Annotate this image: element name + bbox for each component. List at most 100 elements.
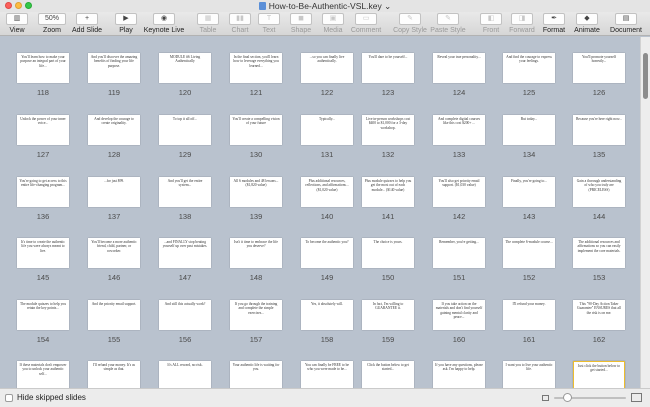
document-label: Document: [610, 27, 642, 34]
slide-thumbnail[interactable]: The complete 6-module course...: [503, 238, 555, 268]
slide-thumbnail[interactable]: ...for just $99.: [88, 177, 140, 207]
slide-thumbnail[interactable]: And you'll get the entire system...: [159, 177, 211, 207]
slide-thumbnail[interactable]: ...and FINALLY stop beating yourself up …: [159, 238, 211, 268]
slide-thumbnail[interactable]: You'll learn how to make your purpose an…: [17, 53, 69, 83]
slide-number: 124: [452, 88, 466, 97]
slide-thumbnail-text: Reveal your true personality...: [437, 55, 481, 59]
slide-thumbnail[interactable]: The module quizzes to help you retain th…: [17, 300, 69, 330]
slide-thumbnail[interactable]: You'll dare to be yourself...: [362, 53, 414, 83]
slide-thumbnail[interactable]: If these materials don't empower you to …: [17, 361, 69, 391]
slide-number: 129: [178, 150, 192, 159]
slide-thumbnail[interactable]: The choice is yours.: [362, 238, 414, 268]
slide-thumbnail[interactable]: Finally, you're going to...: [503, 177, 555, 207]
thumbnail-size-slider-knob[interactable]: [563, 393, 572, 402]
slide-thumbnail[interactable]: You'll also get priority email support. …: [433, 177, 485, 207]
document-title[interactable]: How-to-Be-Authentic-VSL.key ⌄: [0, 1, 650, 12]
text-button[interactable]: T Text: [257, 13, 281, 35]
slide-thumbnail[interactable]: MODULE #6 Living Authentically: [159, 53, 211, 83]
slide-number: 153: [592, 273, 606, 282]
slide-thumbnail[interactable]: This "90-Day Action Taker Guarantee" ENS…: [573, 300, 625, 330]
slide-thumbnail-text: You can finally be FREE to be who you we…: [305, 363, 349, 372]
slide-thumbnail[interactable]: And find the courage to express your fee…: [503, 53, 555, 83]
slide-thumbnail[interactable]: It's ALL reward, no risk.: [159, 361, 211, 391]
zoom-dropdown[interactable]: 50% Zoom: [37, 13, 67, 35]
slide-thumbnail[interactable]: Live in-person workshops cost $400 to $1…: [362, 115, 414, 145]
slide-thumbnail[interactable]: All 6 modules and 48 lessons... ($1,820 …: [230, 177, 282, 207]
slide-thumbnail-text: You'll learn how to make your purpose an…: [20, 55, 66, 68]
slide-thumbnail[interactable]: And complete digital courses like this c…: [433, 115, 485, 145]
slide-thumbnail[interactable]: And still this actually work?: [159, 300, 211, 330]
slide-thumbnail[interactable]: Gain a thorough understanding of who you…: [573, 177, 625, 207]
play-button[interactable]: ▶ Play: [114, 13, 138, 35]
slide-thumbnail[interactable]: And develop the courage to create origin…: [88, 115, 140, 145]
slide-thumbnail[interactable]: But today...: [503, 115, 555, 145]
keynote-live-button[interactable]: ◉ Keynote Live: [142, 13, 186, 35]
slide-thumbnail[interactable]: Just click the button below to get start…: [573, 361, 625, 391]
slide-thumbnail[interactable]: Because you're here right now...: [573, 115, 625, 145]
slide-thumbnail[interactable]: ...so you can finally live authentically…: [301, 53, 353, 83]
slide-number: 146: [107, 273, 121, 282]
slide-thumbnail[interactable]: I'll refund your money.: [503, 300, 555, 330]
slide-thumbnail[interactable]: I'll refund your money. It's as simple a…: [88, 361, 140, 391]
table-button[interactable]: ▦ Table: [196, 13, 220, 35]
forward-icon: ◨: [511, 13, 533, 25]
slide-number: 127: [36, 150, 50, 159]
slide-thumbnail[interactable]: If you have any questions, please ask. I…: [433, 361, 485, 391]
slide-thumbnail-text: Click the button below to get started...: [367, 363, 409, 372]
slide-thumbnail[interactable]: And the priority email support.: [88, 300, 140, 330]
slide-thumbnail[interactable]: Typically...: [301, 115, 353, 145]
view-button[interactable]: ▥ View: [4, 13, 30, 35]
slide-thumbnail[interactable]: And you'll discover the amazing benefits…: [88, 53, 140, 83]
play-icon: ▶: [115, 13, 137, 25]
slide-thumbnail[interactable]: You'll become a more authentic friend, c…: [88, 238, 140, 268]
forward-label: Forward: [509, 27, 535, 34]
slide-thumbnail[interactable]: I want you to live your authentic life.: [503, 361, 555, 391]
slide-thumbnail-text: ...for just $99.: [103, 179, 125, 183]
comment-label: Comment: [350, 27, 382, 34]
forward-button[interactable]: ◨ Forward: [507, 13, 537, 35]
animate-button[interactable]: ◆ Animate: [571, 13, 603, 35]
slide-thumbnail[interactable]: Click the button below to get started...: [362, 361, 414, 391]
shape-button[interactable]: ◼ Shape: [288, 13, 314, 35]
slide-thumbnail[interactable]: If you take action on the materials and …: [433, 300, 485, 330]
slide-thumbnail[interactable]: Remember, you're getting...: [433, 238, 485, 268]
slide-thumbnail[interactable]: Plus additional resources, reflections, …: [301, 177, 353, 207]
slide-thumbnail[interactable]: Plus module quizzes to help you get the …: [362, 177, 414, 207]
slide-thumbnail[interactable]: You're going to get access to this entir…: [17, 177, 69, 207]
copy-style-button[interactable]: ✎ Copy Style: [393, 13, 427, 35]
slide-thumbnail[interactable]: If you go through the training and compl…: [230, 300, 282, 330]
slide-thumbnail[interactable]: You'll create a compelling vision of you…: [230, 115, 282, 145]
hide-skipped-checkbox[interactable]: [5, 394, 13, 402]
slide-thumbnail[interactable]: You can finally be FREE to be who you we…: [301, 361, 353, 391]
slide-thumbnail[interactable]: The additional resources and affirmation…: [573, 238, 625, 268]
document-title-text: How-to-Be-Authentic-VSL.key: [268, 1, 382, 11]
format-button[interactable]: ✒ Format: [540, 13, 568, 35]
add-slide-button[interactable]: + Add Slide: [70, 13, 104, 35]
slide-thumbnail[interactable]: Reveal your true personality...: [433, 53, 485, 83]
slide-thumbnail[interactable]: It's time to create the authentic life y…: [17, 238, 69, 268]
slide-thumbnail[interactable]: In the final section, you'll learn how t…: [230, 53, 282, 83]
paste-style-button[interactable]: ✎ Paste Style: [430, 13, 466, 35]
scrollbar-thumb[interactable]: [643, 53, 648, 99]
slide-thumbnail[interactable]: Yes, it absolutely will.: [301, 300, 353, 330]
chart-button[interactable]: ▮▮ Chart: [228, 13, 252, 35]
slide-thumbnail[interactable]: To become the authentic you?: [301, 238, 353, 268]
document-button[interactable]: ▤ Document: [606, 13, 646, 35]
animate-icon: ◆: [576, 13, 598, 25]
vertical-scrollbar[interactable]: [640, 37, 650, 388]
slide-number: 159: [381, 335, 395, 344]
slide-number: 150: [381, 273, 395, 282]
slide-thumbnail[interactable]: To top it all off...: [159, 115, 211, 145]
front-button[interactable]: ◧ Front: [479, 13, 503, 35]
slide-thumbnail-text: Plus module quizzes to help you get the …: [364, 179, 412, 192]
slide-thumbnail-text: If you go through the training and compl…: [234, 302, 278, 315]
slide-thumbnail[interactable]: Your authentic life is waiting for you.: [230, 361, 282, 391]
slide-thumbnail[interactable]: Isn't it time to embrace the life you de…: [230, 238, 282, 268]
view-icon: ▥: [6, 13, 28, 25]
slide-thumbnail[interactable]: Unlock the power of your inner voice...: [17, 115, 69, 145]
comment-button[interactable]: ▭ Comment: [350, 13, 382, 35]
slide-thumbnail[interactable]: You'll promote yourself honestly...: [573, 53, 625, 83]
slide-thumbnail[interactable]: In fact, I'm willing to GUARANTEE it.: [362, 300, 414, 330]
media-button[interactable]: ▣ Media: [320, 13, 346, 35]
slide-number: 133: [452, 150, 466, 159]
